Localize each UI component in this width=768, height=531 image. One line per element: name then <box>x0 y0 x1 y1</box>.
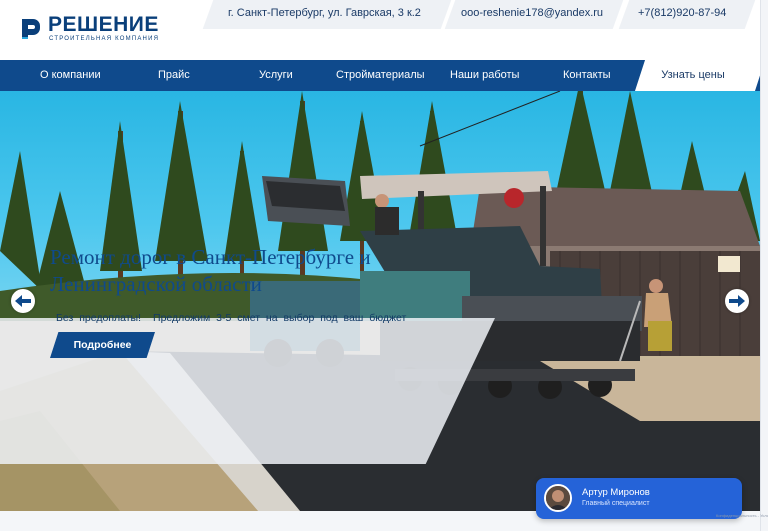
arrow-left-icon <box>15 295 31 307</box>
chat-agent-name: Артур Миронов <box>582 487 650 498</box>
hero-slider <box>0 91 760 511</box>
page-scrollbar[interactable] <box>760 0 768 531</box>
header-email[interactable]: ooo-reshenie178@yandex.ru <box>461 7 603 19</box>
nav-item-services[interactable]: Услуги <box>259 60 293 91</box>
nav-item-materials[interactable]: Стройматериалы <box>336 60 425 91</box>
logo-mark-icon <box>22 19 40 39</box>
header-address: г. Санкт-Петербург, ул. Гаврская, 3 к.2 <box>228 7 421 19</box>
nav-item-contacts[interactable]: Контакты <box>563 60 611 91</box>
nav-item-works[interactable]: Наши работы <box>450 60 519 91</box>
recaptcha-badge-text[interactable]: Конфиденциальность - Условия использован… <box>716 513 768 525</box>
hero-subtitle-estimates: Предложим 3-5 смет на выбор под ваш бюдж… <box>153 312 407 324</box>
hero-title: Ремонт дорог в Санкт-Петербурге и Ленинг… <box>50 245 371 296</box>
more-details-button[interactable]: Подробнее <box>50 332 155 358</box>
logo-name: РЕШЕНИЕ <box>48 13 159 36</box>
chat-avatar <box>544 484 572 512</box>
company-logo[interactable]: РЕШЕНИЕ строительная компания <box>20 13 170 47</box>
hero-subtitle-prepay: Без предоплаты! <box>56 312 142 324</box>
chat-widget[interactable]: Артур Миронов Главный специалист <box>536 478 742 519</box>
header-phone[interactable]: +7(812)920-87-94 <box>638 7 726 19</box>
slider-prev-button[interactable] <box>11 289 35 313</box>
logo-tagline: строительная компания <box>49 36 160 42</box>
arrow-right-icon <box>729 295 745 307</box>
chat-agent-role: Главный специалист <box>582 500 650 507</box>
slider-next-button[interactable] <box>725 289 749 313</box>
nav-item-price[interactable]: Прайс <box>158 60 190 91</box>
avatar-person-icon <box>546 486 570 510</box>
nav-item-about[interactable]: О компании <box>40 60 101 91</box>
hero-subtitle: Без предоплаты! Предложим 3-5 смет на выб… <box>56 312 406 324</box>
site-header: РЕШЕНИЕ строительная компания г. Санкт-П… <box>0 0 768 60</box>
get-prices-button[interactable]: Узнать цены <box>640 60 746 91</box>
